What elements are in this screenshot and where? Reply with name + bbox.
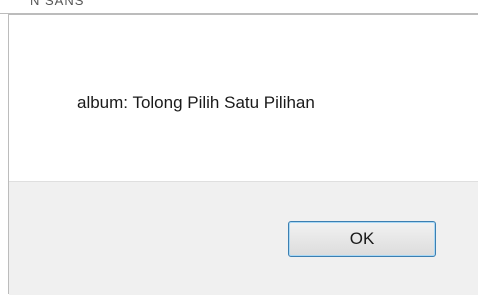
- dialog-message-area: album: Tolong Pilih Satu Pilihan: [9, 15, 478, 181]
- dialog-button-bar: OK: [9, 181, 478, 295]
- background-window-title-fragment: N SANS: [30, 0, 120, 14]
- ok-button[interactable]: OK: [288, 221, 436, 257]
- background-text-fragment: N SANS: [30, 0, 85, 8]
- alert-dialog: album: Tolong Pilih Satu Pilihan OK: [8, 14, 478, 295]
- dialog-message: album: Tolong Pilih Satu Pilihan: [77, 93, 315, 112]
